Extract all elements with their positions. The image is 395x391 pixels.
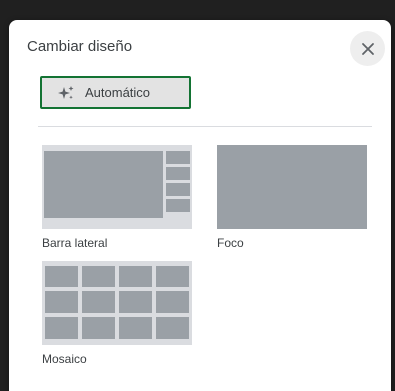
- sidebar-layout-thumbnail: [42, 145, 192, 229]
- layout-option-spotlight[interactable]: [217, 145, 367, 229]
- layout-label-sidebar: Barra lateral: [42, 236, 108, 250]
- close-icon: [361, 42, 374, 55]
- layout-option-tiled[interactable]: [42, 261, 192, 345]
- divider: [38, 126, 372, 127]
- automatic-layout-button[interactable]: Automático: [40, 76, 191, 109]
- sparkle-icon: [57, 85, 75, 101]
- spotlight-layout-thumbnail: [217, 145, 367, 229]
- dialog-title: Cambiar diseño: [27, 38, 133, 55]
- tiled-layout-thumbnail: [42, 261, 192, 345]
- layout-label-spotlight: Foco: [217, 236, 244, 250]
- layout-option-sidebar[interactable]: [42, 145, 192, 229]
- automatic-layout-label: Automático: [85, 85, 151, 100]
- layout-label-tiled: Mosaico: [42, 352, 87, 366]
- close-button[interactable]: [350, 31, 385, 66]
